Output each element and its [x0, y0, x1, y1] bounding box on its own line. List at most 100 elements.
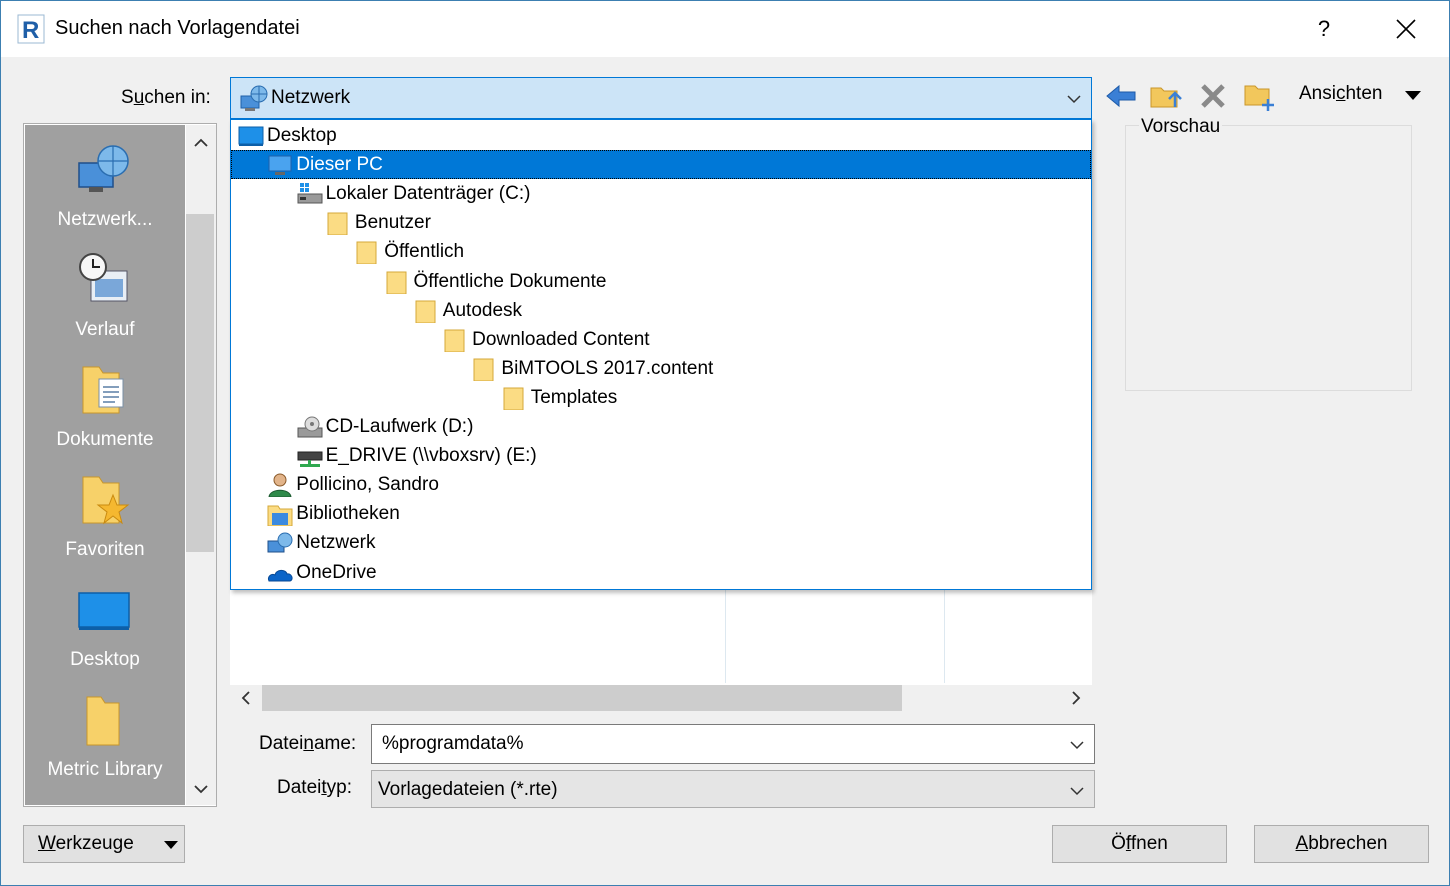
scroll-down-icon[interactable] [192, 780, 210, 798]
onedrive-icon [268, 569, 293, 581]
place-desktop[interactable]: Desktop [25, 569, 185, 677]
folder-icon [327, 212, 348, 236]
horizontal-scrollbar-thumb[interactable] [262, 685, 902, 711]
folder-icon [73, 799, 137, 805]
tools-dropdown-arrow-icon [164, 841, 178, 849]
dropdown-item[interactable]: Downloaded Content [231, 325, 1091, 354]
dropdown-item-label: Autodesk [442, 299, 523, 321]
folder-icon [473, 358, 494, 381]
scroll-up-icon[interactable] [192, 134, 210, 152]
dropdown-item[interactable]: Dieser PC [231, 150, 1091, 180]
dropdown-item-label: Benutzer [354, 212, 431, 234]
look-in-combo[interactable]: Netzwerk [230, 77, 1092, 119]
open-button[interactable]: Öffnen [1052, 825, 1227, 863]
dropdown-item[interactable]: Netzwerk [231, 528, 1091, 557]
documents-folder-icon [82, 366, 124, 414]
place-history[interactable]: Verlauf [25, 239, 185, 347]
delete-icon[interactable] [1195, 79, 1231, 113]
revit-app-icon: R [17, 14, 45, 44]
dropdown-item-label: Dieser PC [296, 154, 383, 176]
libraries-icon [267, 505, 293, 527]
scroll-right-icon[interactable] [1067, 689, 1085, 707]
look-in-value: Netzwerk [271, 87, 351, 108]
views-button[interactable]: Ansichten [1299, 83, 1382, 105]
dropdown-item[interactable]: Bibliotheken [231, 499, 1091, 528]
folder-icon [386, 271, 406, 294]
place-metric-library[interactable]: Metric Library [25, 679, 185, 787]
views-dropdown-arrow-icon[interactable] [1405, 91, 1421, 100]
desktop-icon [238, 126, 264, 146]
dropdown-item[interactable]: BiMTOOLS 2017.content [231, 354, 1091, 383]
title-bar: R Suchen nach Vorlagendatei ? [1, 1, 1449, 57]
places-bar: Netzwerk... Verlauf Dokumente Favoriten … [23, 123, 217, 807]
dropdown-item-label: Pollicino, Sandro [296, 474, 439, 496]
dropdown-item[interactable]: Öffentlich [231, 237, 1091, 266]
new-folder-icon[interactable] [1241, 79, 1277, 113]
dropdown-item-label: Lokaler Datenträger (C:) [325, 183, 531, 205]
user-icon [268, 473, 292, 498]
dropdown-item[interactable]: Benutzer [231, 208, 1091, 237]
column-divider [725, 581, 726, 683]
tools-button[interactable]: Werkzeuge [23, 825, 185, 863]
folder-icon [503, 387, 524, 410]
dropdown-item-label: Templates [530, 386, 618, 408]
up-folder-icon[interactable] [1147, 79, 1183, 113]
desktop-icon [78, 592, 130, 630]
filename-value: %programdata% [382, 733, 524, 754]
dropdown-item[interactable]: Pollicino, Sandro [231, 470, 1091, 499]
folder-icon [86, 696, 120, 746]
network-icon [267, 532, 293, 553]
history-icon [79, 253, 128, 302]
places-scrollbar-thumb[interactable] [186, 214, 214, 552]
filetype-combo[interactable]: Vorlagedateien (*.rte) [371, 770, 1095, 808]
help-button[interactable]: ? [1301, 9, 1347, 49]
favorites-folder-icon [82, 476, 130, 525]
cancel-button[interactable]: Abbrechen [1254, 825, 1429, 863]
dropdown-item[interactable]: Desktop [231, 121, 1091, 150]
look-in-dropdown-list: Desktop Dieser PC Lokaler Datenträger (C:)… [230, 119, 1092, 590]
dropdown-item-label: Downloaded Content [472, 328, 650, 350]
preview-label: Vorschau [1139, 116, 1223, 138]
close-icon [1396, 19, 1416, 39]
dialog-window: R Suchen nach Vorlagendatei ? Suchen in:… [0, 0, 1450, 886]
place-documents[interactable]: Dokumente [25, 349, 185, 457]
hard-drive-icon [297, 183, 323, 204]
folder-icon [415, 300, 436, 323]
chevron-down-icon[interactable] [1068, 782, 1086, 800]
chevron-down-icon[interactable] [1068, 736, 1086, 754]
place-favorites[interactable]: Favoriten [25, 459, 185, 567]
dropdown-item-label: Öffentlich [384, 241, 465, 263]
look-in-label: Suchen in: [121, 87, 211, 108]
back-arrow-icon[interactable] [1103, 79, 1139, 113]
dropdown-item-label: OneDrive [296, 561, 377, 583]
folder-icon [444, 329, 465, 352]
chevron-down-icon[interactable] [1065, 90, 1083, 108]
dropdown-item-label: E_DRIVE (\\vboxsrv) (E:) [325, 445, 537, 467]
close-button[interactable] [1383, 9, 1429, 49]
dropdown-item[interactable]: Autodesk [231, 296, 1091, 325]
place-partial [25, 789, 185, 805]
dropdown-item[interactable]: Öffentliche Dokumente [231, 267, 1091, 296]
dropdown-item[interactable]: CD-Laufwerk (D:) [231, 412, 1091, 441]
dropdown-item-label: Öffentliche Dokumente [413, 270, 607, 292]
filetype-value: Vorlagedateien (*.rte) [378, 779, 558, 800]
network-drive-icon [297, 451, 323, 468]
dropdown-item[interactable]: Templates [231, 383, 1091, 412]
network-icon [240, 85, 268, 111]
scroll-left-icon[interactable] [237, 689, 255, 707]
network-icon [78, 145, 129, 192]
places-list: Netzwerk... Verlauf Dokumente Favoriten … [25, 125, 185, 805]
dropdown-item[interactable]: OneDrive [231, 558, 1091, 587]
filename-input[interactable]: %programdata% [371, 724, 1095, 764]
window-title: Suchen nach Vorlagendatei [55, 17, 300, 39]
place-network[interactable]: Netzwerk... [25, 129, 185, 237]
computer-icon [268, 155, 292, 176]
dropdown-item-label: Netzwerk [296, 532, 376, 554]
folder-icon [356, 241, 377, 265]
dropdown-item-label: Bibliotheken [296, 503, 400, 525]
preview-box [1125, 125, 1412, 391]
filetype-label: Dateityp: [277, 777, 352, 798]
dropdown-item[interactable]: E_DRIVE (\\vboxsrv) (E:) [231, 441, 1091, 470]
dropdown-item[interactable]: Lokaler Datenträger (C:) [231, 179, 1091, 208]
dropdown-item-label: BiMTOOLS 2017.content [501, 357, 714, 379]
